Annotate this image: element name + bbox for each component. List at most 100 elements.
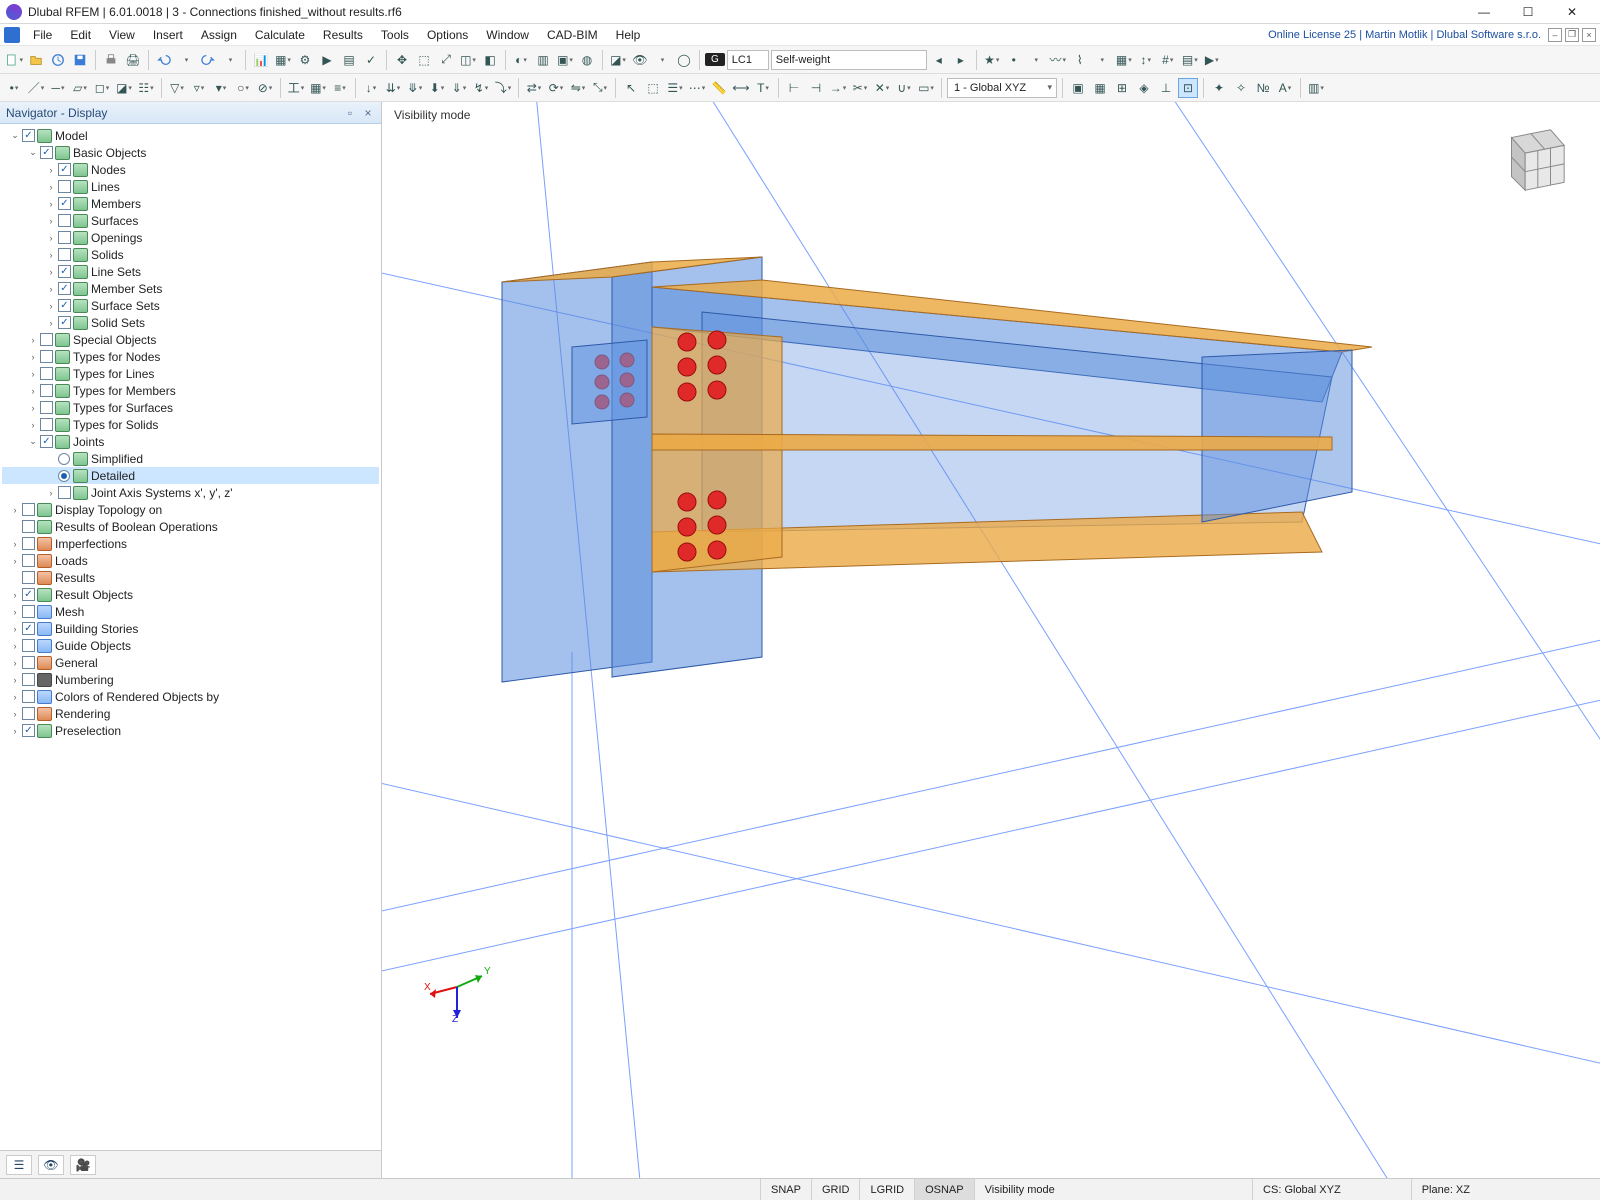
new-line-button[interactable]: ／: [26, 78, 46, 98]
legend-button[interactable]: ▤: [1180, 50, 1200, 70]
tree-item[interactable]: ⌄Basic Objects: [2, 144, 379, 161]
view-direction-button[interactable]: ◫: [458, 50, 478, 70]
calc-params-button[interactable]: ⚙: [295, 50, 315, 70]
hinge-button[interactable]: ○: [233, 78, 253, 98]
tree-twisty[interactable]: ⌄: [8, 130, 22, 141]
tree-checkbox[interactable]: [22, 520, 35, 533]
menu-calculate[interactable]: Calculate: [246, 26, 314, 44]
clip-plane-button[interactable]: ◪: [608, 50, 628, 70]
tree-twisty[interactable]: ›: [8, 692, 22, 702]
tree-item[interactable]: ›Lines: [2, 178, 379, 195]
select-button[interactable]: ↖: [621, 78, 641, 98]
table-button[interactable]: ▦: [273, 50, 293, 70]
load-surface-button[interactable]: ⬇: [427, 78, 447, 98]
tree-checkbox[interactable]: [58, 299, 71, 312]
calculate-button[interactable]: ▶: [317, 50, 337, 70]
show-results-button[interactable]: 📊: [251, 50, 271, 70]
tree-checkbox[interactable]: [40, 350, 53, 363]
tree-item[interactable]: ›Joint Axis Systems x', y', z': [2, 484, 379, 501]
star-fav-button[interactable]: ★: [982, 50, 1002, 70]
trim-button[interactable]: ✂: [850, 78, 870, 98]
loadcase-name-field[interactable]: Self-weight: [771, 50, 927, 70]
load-member-button[interactable]: ⤋: [405, 78, 425, 98]
tree-item[interactable]: ›Members: [2, 195, 379, 212]
status-grid[interactable]: GRID: [811, 1179, 860, 1200]
tree-twisty[interactable]: ›: [26, 335, 40, 345]
tree-twisty[interactable]: ›: [8, 505, 22, 515]
menu-results[interactable]: Results: [314, 26, 372, 44]
tree-twisty[interactable]: ›: [8, 607, 22, 617]
tree-twisty[interactable]: ›: [44, 301, 58, 311]
navigator-pin-button[interactable]: ▫: [343, 106, 357, 120]
status-osnap[interactable]: OSNAP: [914, 1179, 974, 1200]
nav-tab-eye[interactable]: 👁: [38, 1155, 64, 1175]
tree-item[interactable]: ›Building Stories: [2, 620, 379, 637]
tree-checkbox[interactable]: [58, 486, 71, 499]
menu-edit[interactable]: Edit: [61, 26, 100, 44]
tree-item[interactable]: ›Rendering: [2, 705, 379, 722]
user-views-button[interactable]: ▥: [1306, 78, 1326, 98]
tree-checkbox[interactable]: [58, 282, 71, 295]
rotate-button[interactable]: ⟳: [546, 78, 566, 98]
tree-item[interactable]: ›Solids: [2, 246, 379, 263]
support-surface-button[interactable]: ▾: [211, 78, 231, 98]
wireframe-button[interactable]: ▥: [533, 50, 553, 70]
join-button[interactable]: ∪: [894, 78, 914, 98]
tree-item[interactable]: ›Result Objects: [2, 586, 379, 603]
tree-checkbox[interactable]: [22, 605, 35, 618]
load-solid-button[interactable]: ⇓: [449, 78, 469, 98]
grid-settings-button[interactable]: ▦: [1090, 78, 1110, 98]
load-free-button[interactable]: ↯: [471, 78, 491, 98]
zoom-all-button[interactable]: ⤢: [436, 50, 456, 70]
menu-window[interactable]: Window: [477, 26, 538, 44]
display-mode-button[interactable]: ◐: [511, 50, 531, 70]
menu-tools[interactable]: Tools: [372, 26, 418, 44]
tree-twisty[interactable]: ›: [8, 556, 22, 566]
prev-loadcase-button[interactable]: ◂: [929, 50, 949, 70]
tree-item[interactable]: Results: [2, 569, 379, 586]
tree-twisty[interactable]: ›: [44, 284, 58, 294]
local-axes-button[interactable]: ✦: [1209, 78, 1229, 98]
tree-twisty[interactable]: ›: [8, 709, 22, 719]
select-filter-button[interactable]: ☰: [665, 78, 685, 98]
tree-checkbox[interactable]: [58, 316, 71, 329]
status-visibility[interactable]: Visibility mode: [974, 1179, 1065, 1200]
navigator-tree[interactable]: ⌄Model⌄Basic Objects›Nodes›Lines›Members…: [0, 124, 381, 1150]
divide-line-button[interactable]: ⊢: [784, 78, 804, 98]
tree-item[interactable]: ›General: [2, 654, 379, 671]
connect-lines-button[interactable]: ⊣: [806, 78, 826, 98]
tree-item[interactable]: ›Surface Sets: [2, 297, 379, 314]
select-special-button[interactable]: ⋯: [687, 78, 707, 98]
tree-twisty[interactable]: ⌄: [26, 436, 40, 447]
tree-checkbox[interactable]: [40, 401, 53, 414]
new-opening-button[interactable]: ◻: [92, 78, 112, 98]
tree-checkbox[interactable]: [22, 503, 35, 516]
menu-insert[interactable]: Insert: [144, 26, 192, 44]
tree-checkbox[interactable]: [58, 265, 71, 278]
mesh-button[interactable]: ▤: [339, 50, 359, 70]
zoom-window-button[interactable]: ⬚: [414, 50, 434, 70]
tree-checkbox[interactable]: [22, 724, 35, 737]
tree-checkbox[interactable]: [22, 673, 35, 686]
open-button[interactable]: [26, 50, 46, 70]
tree-checkbox[interactable]: [22, 554, 35, 567]
imposed-deform-button[interactable]: ⤵: [493, 78, 513, 98]
tree-checkbox[interactable]: [22, 639, 35, 652]
nav-tab-layers[interactable]: ☰: [6, 1155, 32, 1175]
region-button[interactable]: ▭: [916, 78, 936, 98]
vis-opts-button[interactable]: [652, 50, 672, 70]
new-set-button[interactable]: ☷: [136, 78, 156, 98]
thickness-button[interactable]: ≡: [330, 78, 350, 98]
tree-checkbox[interactable]: [58, 197, 71, 210]
snap-settings-button[interactable]: ◈: [1134, 78, 1154, 98]
menu-file[interactable]: File: [24, 26, 61, 44]
tree-item[interactable]: ›Display Topology on: [2, 501, 379, 518]
support-line-button[interactable]: ▿: [189, 78, 209, 98]
node-opts-button[interactable]: [1026, 50, 1046, 70]
load-node-button[interactable]: ↓: [361, 78, 381, 98]
scale-button[interactable]: ↕: [1136, 50, 1156, 70]
view-cube[interactable]: [1492, 120, 1570, 198]
tree-item[interactable]: ›Mesh: [2, 603, 379, 620]
tree-twisty[interactable]: ›: [44, 199, 58, 209]
tree-checkbox[interactable]: [58, 163, 71, 176]
